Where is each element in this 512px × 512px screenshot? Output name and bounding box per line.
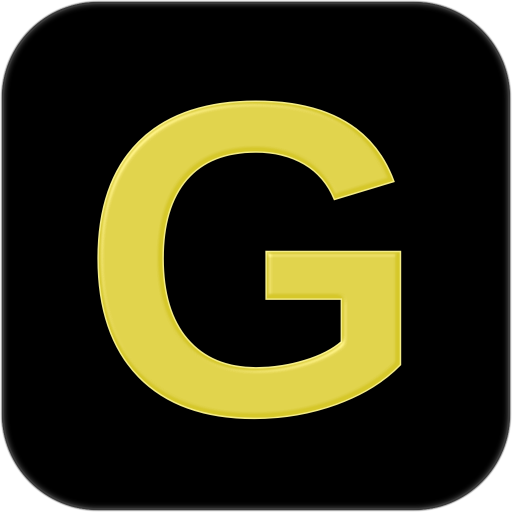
letter-glyph: G [80,8,428,509]
icon-canvas: G [0,0,512,512]
letter-svg: G [79,7,429,510]
app-icon[interactable]: G [2,2,510,510]
letter-g-logo: G [2,2,510,510]
